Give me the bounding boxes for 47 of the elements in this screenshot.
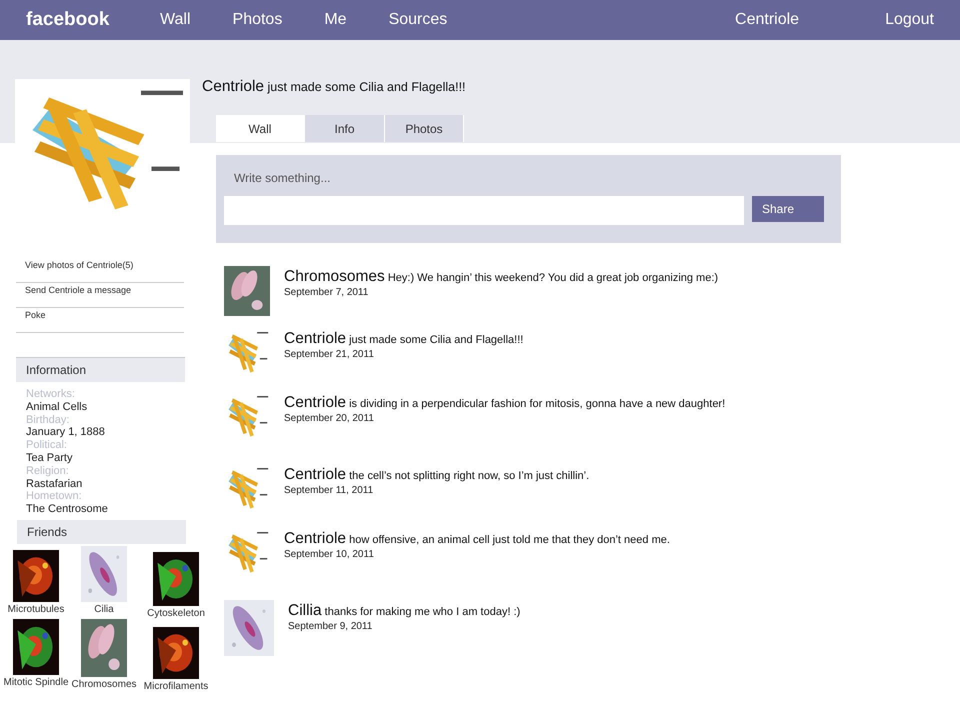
nav-link[interactable]: Wall	[160, 11, 191, 29]
post-date: September 20, 2011	[284, 413, 375, 424]
post-text: Chromosomes Hey:) We hangin’ this weekend? You did a great job organizing me:)	[284, 270, 720, 285]
nav-link[interactable]: Sources	[388, 11, 448, 29]
friend-name[interactable]: Mitotic Spindle	[3, 676, 69, 688]
post-text: Centriole how offensive, an animal cell just told me that they don’t need me.	[284, 532, 671, 547]
post-text: Cillia thanks for making me who I am today! :)	[288, 604, 522, 619]
profile-action-link[interactable]: Send Centriole a message	[16, 283, 184, 308]
input-field[interactable]	[224, 196, 744, 225]
logout-link[interactable]: Logout	[885, 11, 934, 29]
post-text: Centriole the cell’s not splitting right now, so I’m just chillin’.	[284, 468, 590, 483]
friend-name[interactable]: Cilia	[94, 604, 114, 615]
info-value: Rastafarian	[26, 478, 84, 490]
nav-link[interactable]: Me	[324, 11, 347, 29]
profile-action-link[interactable]: Poke	[16, 308, 184, 333]
post-date: September 11, 2011	[284, 485, 374, 496]
post-date: September 21, 2011	[284, 349, 375, 360]
tab[interactable]: Info	[305, 115, 385, 142]
info-value: The Centrosome	[26, 503, 109, 516]
post-text: Centriole is dividing in a perpendicular fashion for mitosis, gonna have a new daughter!	[284, 396, 726, 411]
tab[interactable]: Wall	[216, 115, 305, 142]
section-header: Information	[16, 357, 185, 382]
friend-name[interactable]: Microtubules	[8, 604, 64, 615]
info-value: Tea Party	[26, 452, 74, 465]
share-button[interactable]: Share	[752, 196, 824, 222]
friend-name[interactable]: Cytoskeleton	[147, 608, 205, 619]
profile-action-link[interactable]: View photos of Centriole(5)	[16, 258, 184, 283]
info-label: Hometown:	[26, 490, 83, 504]
info-label: Birthday:	[26, 414, 70, 426]
composer-label: Write something...	[234, 171, 332, 185]
post-date: September 7, 2011	[284, 287, 370, 298]
nav-link[interactable]: Centriole	[735, 11, 800, 29]
info-label: Religion:	[26, 464, 70, 478]
info-label: Political:	[26, 439, 68, 452]
nav-link[interactable]: Photos	[232, 11, 282, 29]
friend-name[interactable]: Microfilaments	[144, 680, 208, 692]
post-date: September 10, 2011	[284, 549, 375, 560]
friend-name[interactable]: Chromosomes	[71, 678, 137, 690]
info-label: Networks:	[26, 388, 76, 401]
post-date: September 9, 2011	[288, 621, 374, 632]
section-header: Friends	[17, 520, 186, 544]
post-text: Centriole just made some Cilia and Flagella!!!	[284, 332, 524, 347]
logo[interactable]: facebook	[26, 9, 160, 31]
status-headline: Centriole just made some Cilia and Flagella!!!	[202, 78, 467, 96]
info-value: Animal Cells	[26, 400, 88, 414]
info-value: January 1, 1888	[26, 426, 106, 440]
tab[interactable]: Photos	[385, 115, 464, 142]
